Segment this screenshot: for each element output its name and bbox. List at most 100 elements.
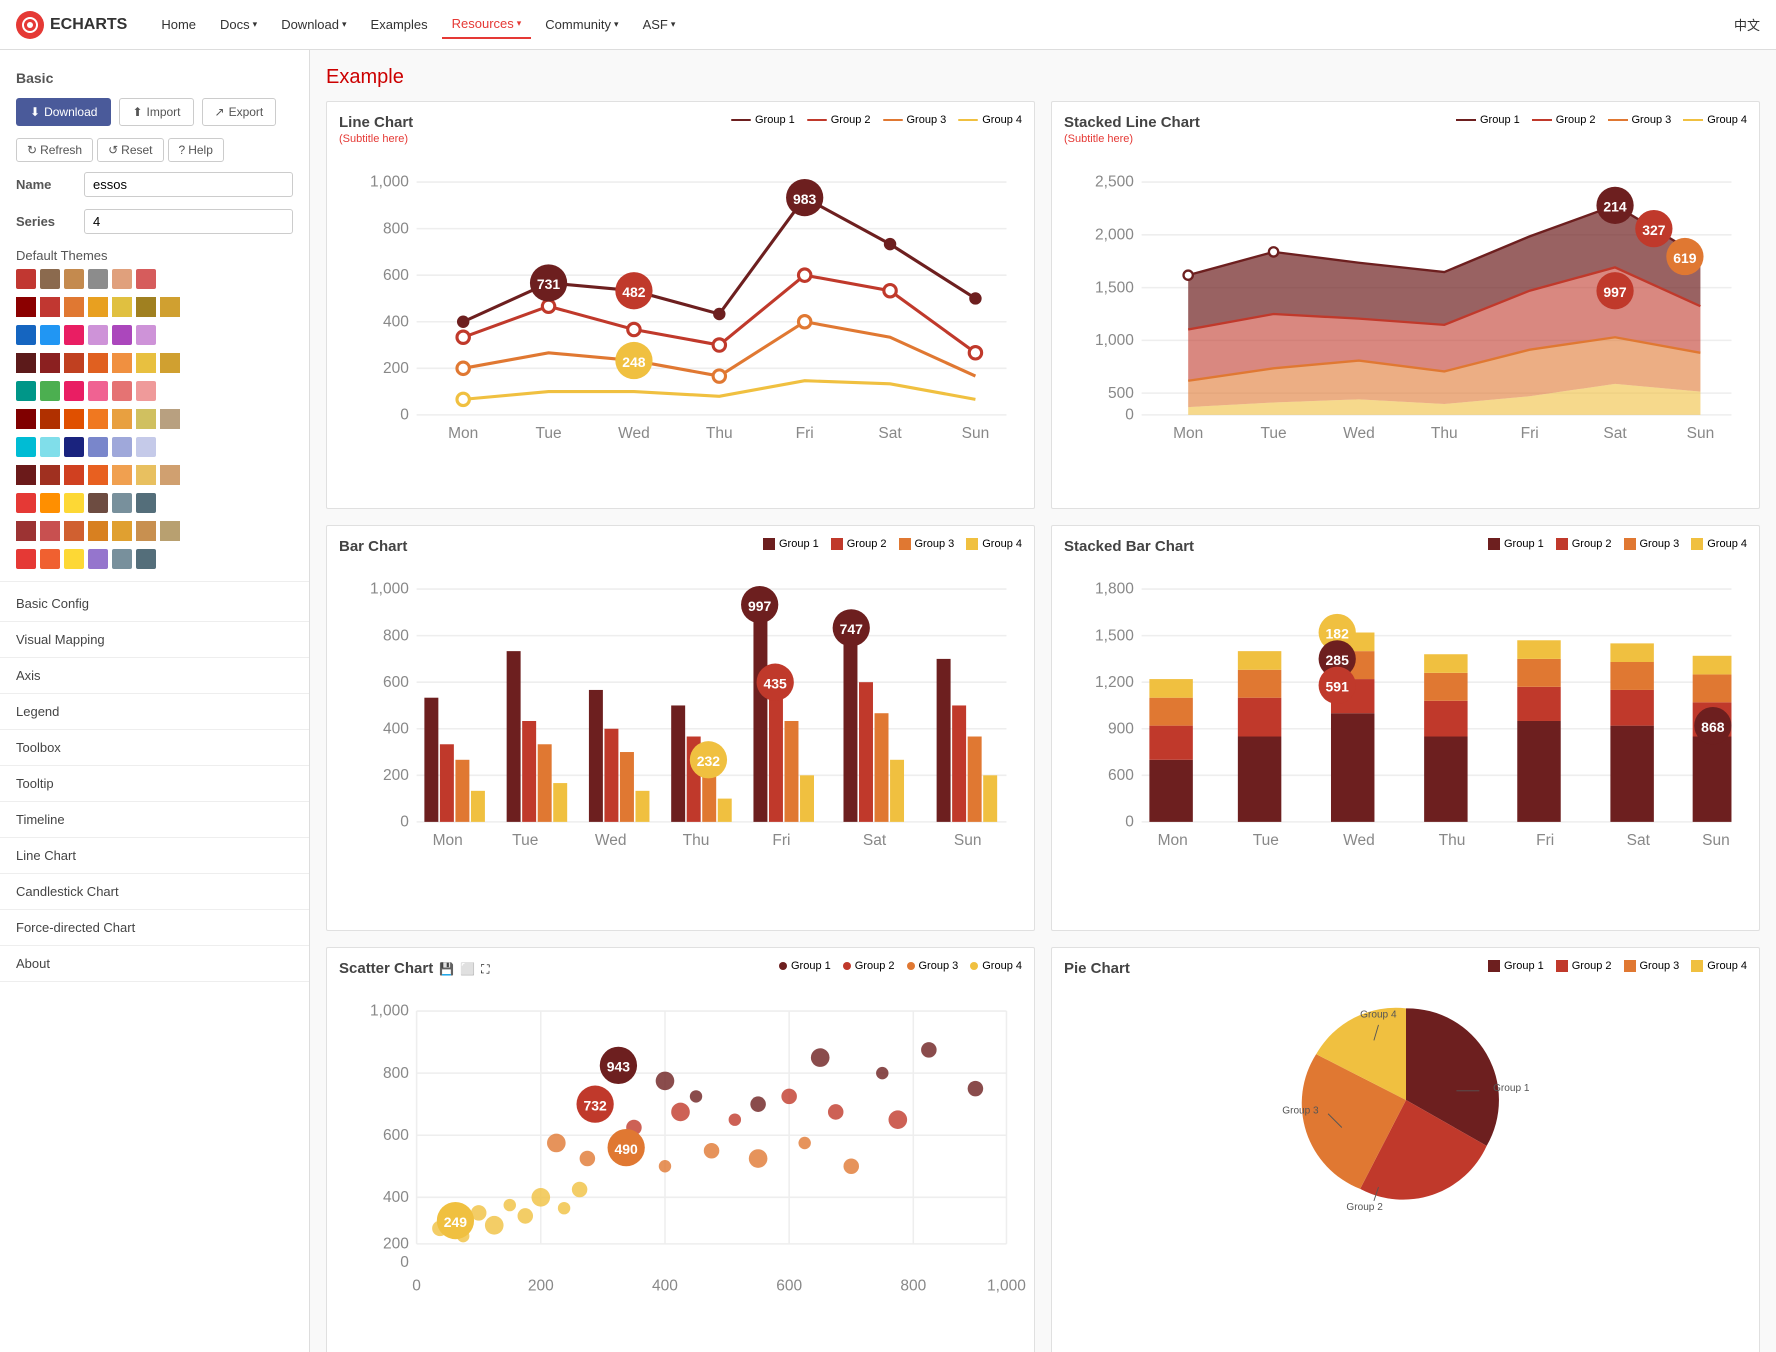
sidebar-item-toolbox[interactable]: Toolbox [0, 730, 309, 766]
sidebar-item-about[interactable]: About [0, 946, 309, 982]
theme-swatch[interactable] [16, 493, 36, 513]
sidebar-item-visual-mapping[interactable]: Visual Mapping [0, 622, 309, 658]
theme-palette-block[interactable] [64, 465, 84, 485]
export-button[interactable]: ↗ Export [202, 98, 277, 126]
theme-swatch[interactable] [16, 325, 36, 345]
logo[interactable]: ECHARTS [16, 11, 127, 39]
theme-swatch[interactable] [40, 493, 60, 513]
sidebar-item-force-directed-chart[interactable]: Force-directed Chart [0, 910, 309, 946]
lang-switch[interactable]: 中文 [1734, 15, 1760, 34]
theme-palette-block[interactable] [64, 409, 84, 429]
theme-swatch[interactable] [136, 549, 156, 569]
theme-swatch[interactable] [136, 381, 156, 401]
theme-palette-block[interactable] [16, 465, 36, 485]
sidebar-item-legend[interactable]: Legend [0, 694, 309, 730]
sidebar-item-tooltip[interactable]: Tooltip [0, 766, 309, 802]
theme-palette-block[interactable] [136, 297, 156, 317]
theme-swatch[interactable] [88, 269, 108, 289]
nav-download[interactable]: Download▾ [271, 11, 356, 38]
theme-swatch[interactable] [40, 437, 60, 457]
theme-swatch[interactable] [64, 549, 84, 569]
nav-resources[interactable]: Resources▾ [442, 10, 532, 39]
theme-palette-block[interactable] [160, 465, 180, 485]
theme-palette-block[interactable] [88, 297, 108, 317]
reset-button[interactable]: ↺ Reset [97, 138, 163, 162]
theme-palette-block[interactable] [16, 521, 36, 541]
theme-swatch[interactable] [88, 437, 108, 457]
theme-palette-block[interactable] [64, 353, 84, 373]
nav-home[interactable]: Home [151, 11, 206, 38]
theme-swatch[interactable] [88, 493, 108, 513]
theme-swatch[interactable] [112, 381, 132, 401]
nav-community[interactable]: Community▾ [535, 11, 628, 38]
theme-palette-block[interactable] [112, 409, 132, 429]
theme-swatch[interactable] [136, 325, 156, 345]
theme-palette-block[interactable] [88, 409, 108, 429]
theme-swatch[interactable] [16, 381, 36, 401]
theme-swatch[interactable] [40, 381, 60, 401]
sidebar-item-axis[interactable]: Axis [0, 658, 309, 694]
theme-swatch[interactable] [40, 549, 60, 569]
theme-palette-block[interactable] [40, 353, 60, 373]
theme-swatch[interactable] [16, 549, 36, 569]
nav-examples[interactable]: Examples [361, 11, 438, 38]
theme-palette-block[interactable] [16, 409, 36, 429]
theme-palette-block[interactable] [136, 465, 156, 485]
theme-palette-block[interactable] [112, 521, 132, 541]
theme-swatch[interactable] [64, 325, 84, 345]
theme-swatch[interactable] [136, 437, 156, 457]
theme-swatch[interactable] [112, 549, 132, 569]
theme-swatch[interactable] [40, 325, 60, 345]
theme-palette-block[interactable] [40, 521, 60, 541]
nav-docs[interactable]: Docs▾ [210, 11, 267, 38]
theme-swatch[interactable] [64, 437, 84, 457]
theme-palette-block[interactable] [16, 297, 36, 317]
theme-swatch[interactable] [16, 437, 36, 457]
theme-swatch[interactable] [136, 493, 156, 513]
theme-swatch[interactable] [112, 269, 132, 289]
name-input[interactable] [84, 172, 293, 197]
sidebar-item-basic-config[interactable]: Basic Config [0, 586, 309, 622]
theme-palette-block[interactable] [160, 353, 180, 373]
theme-palette-block[interactable] [40, 409, 60, 429]
theme-swatch[interactable] [64, 269, 84, 289]
theme-swatch[interactable] [112, 493, 132, 513]
theme-palette-block[interactable] [160, 297, 180, 317]
scatter-expand-icon[interactable]: ⬜ [460, 962, 475, 976]
theme-palette-block[interactable] [112, 353, 132, 373]
theme-palette-block[interactable] [40, 465, 60, 485]
theme-swatch[interactable] [136, 269, 156, 289]
sidebar-item-line-chart[interactable]: Line Chart [0, 838, 309, 874]
theme-palette-block[interactable] [160, 521, 180, 541]
theme-swatch[interactable] [112, 437, 132, 457]
theme-swatch[interactable] [88, 549, 108, 569]
scatter-save-icon[interactable]: 💾 [439, 962, 454, 976]
theme-palette-block[interactable] [136, 353, 156, 373]
theme-swatch[interactable] [112, 325, 132, 345]
theme-swatch[interactable] [64, 381, 84, 401]
series-input[interactable] [84, 209, 293, 234]
theme-swatch[interactable] [88, 325, 108, 345]
sidebar-item-timeline[interactable]: Timeline [0, 802, 309, 838]
scatter-fullscreen-icon[interactable]: ⛶ [481, 962, 489, 977]
theme-palette-block[interactable] [136, 409, 156, 429]
theme-palette-block[interactable] [40, 297, 60, 317]
theme-palette-block[interactable] [64, 297, 84, 317]
nav-asf[interactable]: ASF▾ [633, 11, 686, 38]
theme-swatch[interactable] [64, 493, 84, 513]
theme-palette-block[interactable] [112, 297, 132, 317]
refresh-button[interactable]: ↻ Refresh [16, 138, 93, 162]
theme-swatch[interactable] [40, 269, 60, 289]
theme-palette-block[interactable] [136, 521, 156, 541]
help-button[interactable]: ? Help [168, 138, 224, 162]
sidebar-item-candlestick-chart[interactable]: Candlestick Chart [0, 874, 309, 910]
import-button[interactable]: ⬆ Import [119, 98, 193, 126]
theme-palette-block[interactable] [112, 465, 132, 485]
theme-palette-block[interactable] [88, 353, 108, 373]
theme-palette-block[interactable] [88, 465, 108, 485]
theme-swatch[interactable] [16, 269, 36, 289]
theme-palette-block[interactable] [64, 521, 84, 541]
theme-swatch[interactable] [88, 381, 108, 401]
theme-palette-block[interactable] [16, 353, 36, 373]
theme-palette-block[interactable] [160, 409, 180, 429]
